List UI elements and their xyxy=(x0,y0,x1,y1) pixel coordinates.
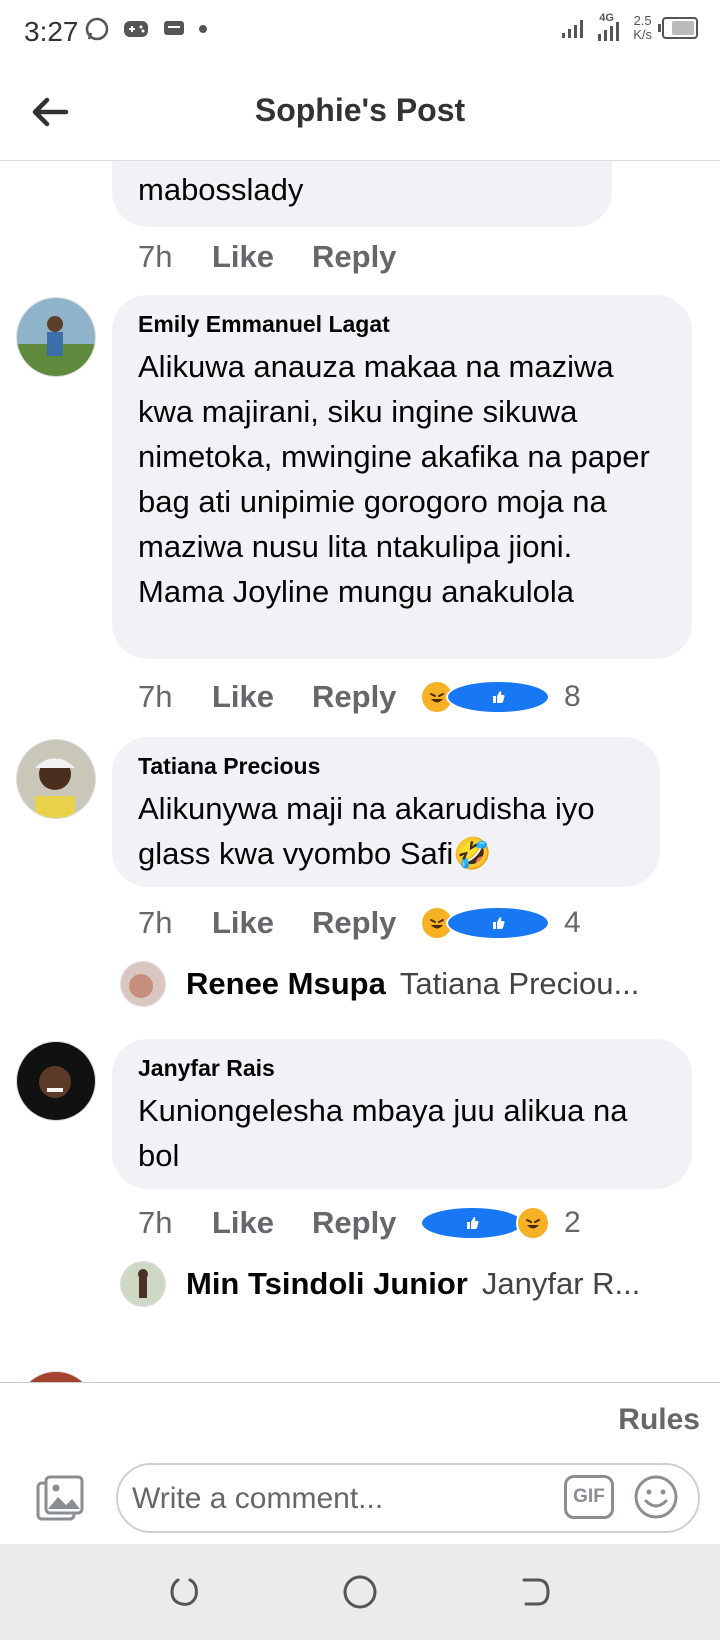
like-reaction-icon xyxy=(420,1206,524,1240)
comment-bubble[interactable]: mabosslady xyxy=(112,161,612,227)
avatar xyxy=(120,1261,166,1307)
recent-apps-icon xyxy=(170,1578,198,1606)
comment-time: 7h xyxy=(138,905,173,940)
system-nav-bar xyxy=(0,1544,720,1640)
like-button[interactable]: Like xyxy=(212,679,312,715)
comment-text: mabosslady xyxy=(138,172,304,207)
gif-button[interactable]: GIF xyxy=(564,1475,614,1519)
reaction-count: 2 xyxy=(564,1206,581,1239)
like-reaction-icon xyxy=(446,680,550,714)
status-time: 3:27 xyxy=(24,16,79,47)
reply-snippet: Janyfar R... xyxy=(481,1266,641,1301)
net-speed-value: 2.5 xyxy=(633,13,652,28)
comment-bubble[interactable]: Tatiana Precious Alikunywa maji na akaru… xyxy=(112,737,660,887)
haha-reaction-icon xyxy=(516,1206,550,1240)
notification-icons xyxy=(84,16,208,42)
comment-actions: 7h Like Reply 8 xyxy=(138,679,581,715)
reaction-count: 4 xyxy=(564,906,581,939)
net-speed-unit: K/s xyxy=(633,27,652,42)
network-4g-signal: 4G xyxy=(597,12,623,42)
back-nav-icon xyxy=(522,1578,550,1606)
comment-text: Alikuwa anauza makaa na maziwa kwa majir… xyxy=(138,349,650,609)
comment-time: 7h xyxy=(138,679,173,714)
net-speed: 2.5 K/s xyxy=(633,14,652,42)
comment-author[interactable]: Emily Emmanuel Lagat xyxy=(138,311,666,338)
comment-input-box[interactable]: GIF xyxy=(116,1463,700,1533)
reactions[interactable] xyxy=(420,680,550,714)
message-icon xyxy=(164,21,184,35)
reply-button[interactable]: Reply xyxy=(312,239,420,275)
comment-actions: 7h Like Reply 4 xyxy=(138,905,581,941)
status-bar: 3:27 4G 2.5 K/s xyxy=(0,0,720,64)
like-button[interactable]: Like xyxy=(212,1205,312,1241)
comment-actions: 7h Like Reply xyxy=(138,239,420,275)
reactions[interactable] xyxy=(420,1206,550,1240)
like-reaction-icon xyxy=(446,906,550,940)
page-title: Sophie's Post xyxy=(254,92,466,128)
reply-preview[interactable]: Renee Msupa Tatiana Preciou... xyxy=(120,961,639,1007)
reply-preview[interactable]: Min Tsindoli Junior Janyfar R... xyxy=(120,1261,640,1307)
system-icons: 4G 2.5 K/s xyxy=(561,12,698,42)
comment-actions: 7h Like Reply 2 xyxy=(138,1205,581,1241)
avatar xyxy=(120,961,166,1007)
reply-author: Renee Msupa xyxy=(186,966,386,1001)
comment-composer: Rules GIF xyxy=(0,1382,720,1545)
avatar[interactable] xyxy=(16,739,96,819)
reply-snippet: Tatiana Preciou... xyxy=(399,966,640,1001)
home-button[interactable] xyxy=(340,1572,380,1612)
reply-author: Min Tsindoli Junior xyxy=(186,1266,468,1301)
signal-icon xyxy=(562,20,584,38)
comment-bubble[interactable]: Emily Emmanuel Lagat Alikuwa anauza maka… xyxy=(112,295,692,659)
photo-icon xyxy=(36,1475,84,1521)
comments-feed[interactable]: mabosslady 7h Like Reply Emily Emmanuel … xyxy=(0,161,720,1382)
comment-input[interactable] xyxy=(130,1475,554,1523)
avatar[interactable] xyxy=(16,1371,96,1382)
signal-icon xyxy=(598,22,620,41)
dot-icon xyxy=(199,25,207,33)
comment-author[interactable]: Tatiana Precious xyxy=(138,753,634,780)
reactions[interactable] xyxy=(420,906,550,940)
like-button[interactable]: Like xyxy=(212,905,312,941)
reply-button[interactable]: Reply xyxy=(312,679,420,715)
comment-time: 7h xyxy=(138,239,173,274)
comment-text: Kuniongelesha mbaya juu alikua na bol xyxy=(138,1093,628,1173)
reaction-count: 8 xyxy=(564,680,581,713)
game-controller-icon xyxy=(124,21,148,37)
like-button[interactable]: Like xyxy=(212,239,312,275)
whatsapp-icon xyxy=(85,17,109,41)
avatar[interactable] xyxy=(16,297,96,377)
home-icon xyxy=(343,1575,377,1609)
avatar[interactable] xyxy=(16,1041,96,1121)
reply-button[interactable]: Reply xyxy=(312,905,420,941)
emoji-button[interactable] xyxy=(632,1473,680,1521)
comment-author[interactable]: Janyfar Rais xyxy=(138,1055,666,1082)
rules-link[interactable]: Rules xyxy=(618,1403,700,1437)
comment-text: Alikunywa maji na akarudisha iyo glass k… xyxy=(138,791,595,871)
photo-button[interactable] xyxy=(34,1473,86,1525)
recent-apps-button[interactable] xyxy=(164,1572,204,1612)
back-nav-button[interactable] xyxy=(516,1572,556,1612)
post-header: Sophie's Post xyxy=(0,64,720,161)
comment-time: 7h xyxy=(138,1205,173,1240)
reply-button[interactable]: Reply xyxy=(312,1205,420,1241)
battery-icon xyxy=(658,17,698,39)
comment-bubble[interactable]: Janyfar Rais Kuniongelesha mbaya juu ali… xyxy=(112,1039,692,1189)
smiley-icon xyxy=(634,1475,678,1519)
